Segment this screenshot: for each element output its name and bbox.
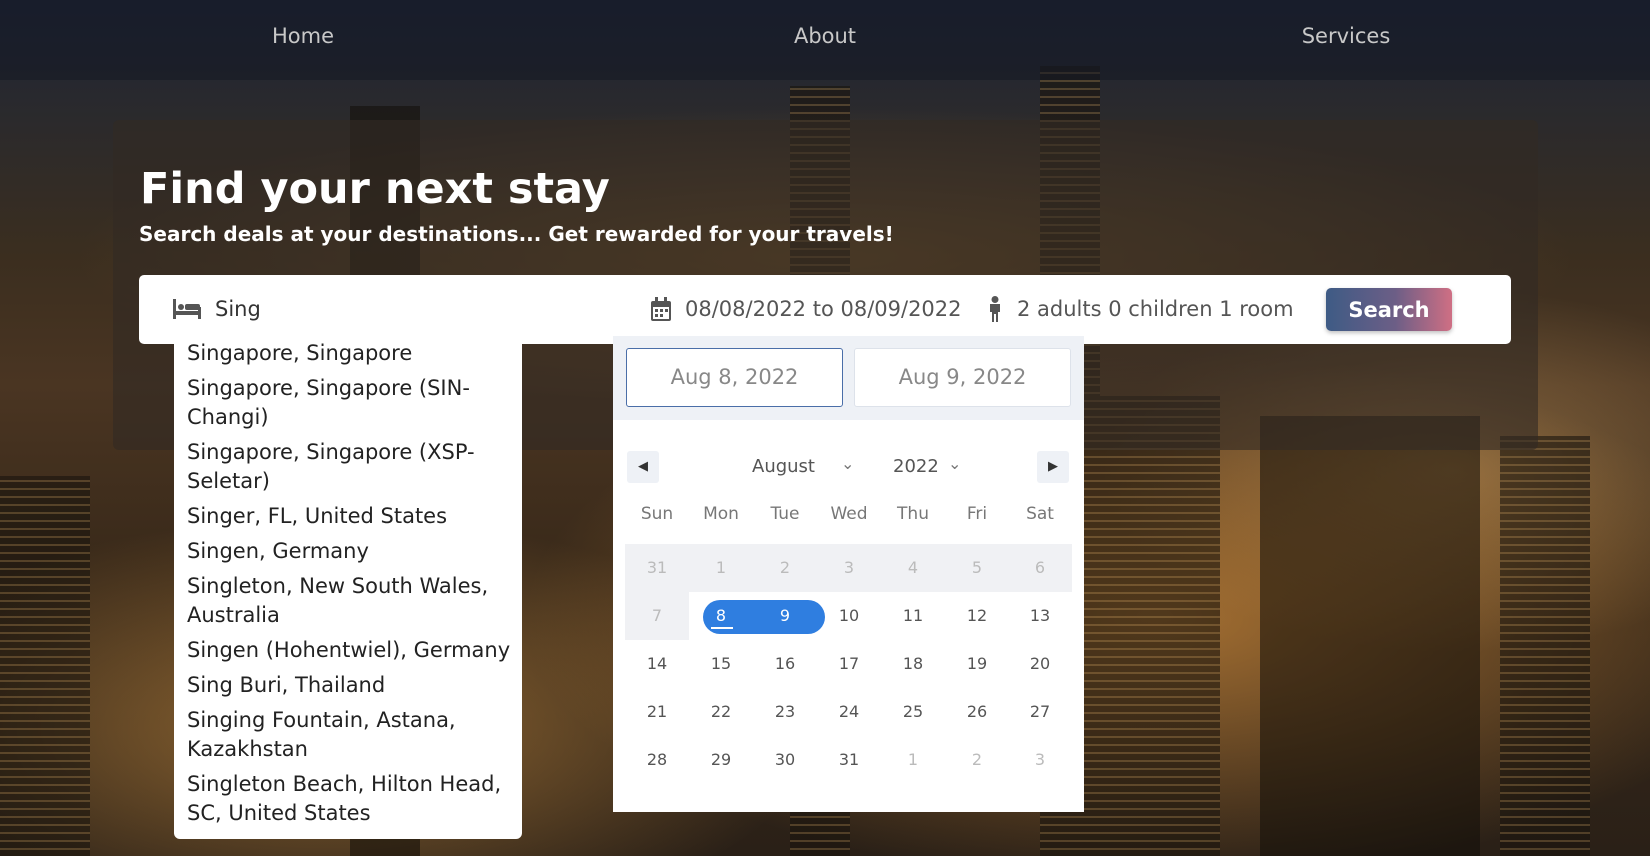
calendar-day[interactable]: 11 (881, 592, 945, 640)
suggestion-item[interactable]: Singapore, Singapore (187, 339, 514, 368)
calendar-day: 7 (625, 592, 689, 640)
calendar-icon (651, 297, 671, 321)
start-date-input[interactable]: Aug 8, 2022 (626, 348, 843, 407)
calendar-day: 3 (843, 558, 855, 577)
calendar-day: 6 (1034, 558, 1046, 577)
calendar-day[interactable]: 20 (1008, 640, 1072, 688)
top-navigation: Home About Services (0, 0, 1650, 80)
calendar-day: 1 (907, 750, 919, 769)
bed-icon (173, 299, 201, 319)
destination-input[interactable] (215, 290, 575, 328)
weekday-label: Wed (830, 504, 868, 524)
calendar-day: 31 (646, 558, 668, 577)
calendar-day[interactable]: 19 (945, 640, 1009, 688)
weekday-label: Thu (897, 504, 929, 524)
caret-left-icon: ◀ (638, 459, 648, 474)
calendar-day[interactable]: 18 (881, 640, 945, 688)
calendar-day[interactable]: 17 (817, 640, 881, 688)
calendar-day[interactable]: 27 (1008, 688, 1072, 736)
calendar-day: 2 (779, 558, 791, 577)
calendar-day: 5 (971, 558, 983, 577)
calendar-day[interactable]: 15 (689, 640, 753, 688)
weekday-label: Fri (966, 504, 988, 524)
calendar-day[interactable]: 21 (625, 688, 689, 736)
calendar-week: 31 1 2 3 4 5 6 (625, 544, 1072, 592)
date-range-field[interactable]: 08/08/2022 to 08/09/2022 (685, 297, 962, 321)
calendar-day[interactable]: 25 (881, 688, 945, 736)
calendar-day: 4 (907, 558, 919, 577)
calendar-grid: 31 1 2 3 4 5 6 7 8 9 10 11 12 13 14 15 1… (625, 544, 1072, 784)
suggestion-item[interactable]: Singapore, Singapore (XSP-Seletar) (187, 438, 514, 496)
calendar-week: 14 15 16 17 18 19 20 (625, 640, 1072, 688)
calendar-day[interactable]: 12 (945, 592, 1009, 640)
calendar-day-selected-start[interactable]: 8 (689, 592, 753, 640)
nav-services-link[interactable]: Services (1246, 24, 1446, 48)
calendar-day[interactable]: 24 (817, 688, 881, 736)
caret-right-icon: ▶ (1048, 459, 1058, 474)
calendar-day: 1 (715, 558, 727, 577)
suggestion-item[interactable]: Singing Fountain, Astana, Kazakhstan (187, 706, 514, 764)
suggestion-item[interactable]: Singleton Beach, Hilton Head, SC, United… (187, 770, 514, 828)
calendar-day: 3 (1034, 750, 1046, 769)
suggestion-item[interactable]: Singen (Hohentwiel), Germany (187, 636, 514, 665)
chevron-down-icon: ⌄ (841, 454, 855, 473)
month-select[interactable]: August (752, 456, 815, 477)
calendar-week: 21 22 23 24 25 26 27 (625, 688, 1072, 736)
date-picker-inputs: Aug 8, 2022 Aug 9, 2022 (613, 336, 1084, 420)
nav-about-link[interactable]: About (725, 24, 925, 48)
suggestion-item[interactable]: Singleton, New South Wales, Australia (187, 572, 514, 630)
calendar-day[interactable]: 22 (689, 688, 753, 736)
weekday-label: Mon (703, 504, 739, 524)
guests-field[interactable]: 2 adults 0 children 1 room (1017, 297, 1294, 321)
weekday-label: Sat (1026, 504, 1054, 524)
calendar-day[interactable]: 30 (753, 736, 817, 784)
calendar-day[interactable]: 28 (625, 736, 689, 784)
suggestion-item[interactable]: Sing Buri, Thailand (187, 671, 514, 700)
weekday-header: Sun Mon Tue Wed Thu Fri Sat (625, 504, 1072, 528)
next-month-button[interactable]: ▶ (1037, 451, 1069, 483)
calendar-day[interactable]: 31 (817, 736, 881, 784)
nav-home-link[interactable]: Home (203, 24, 403, 48)
calendar-week: 28 29 30 31 1 2 3 (625, 736, 1072, 784)
calendar-day[interactable]: 10 (817, 592, 881, 640)
page-subtitle: Search deals at your destinations... Get… (139, 222, 894, 246)
calendar-day[interactable]: 16 (753, 640, 817, 688)
calendar-week: 7 8 9 10 11 12 13 (625, 592, 1072, 640)
page-title: Find your next stay (140, 164, 610, 214)
end-date-input[interactable]: Aug 9, 2022 (854, 348, 1071, 407)
weekday-label: Tue (770, 504, 800, 524)
suggestion-item[interactable]: Singer, FL, United States (187, 502, 514, 531)
calendar-day-label: 8 (715, 606, 727, 625)
chevron-down-icon: ⌄ (948, 454, 962, 473)
calendar-day[interactable]: 23 (753, 688, 817, 736)
destination-suggestions: Singapore, Singapore Singapore, Singapor… (174, 333, 522, 839)
suggestion-item[interactable]: Singen, Germany (187, 537, 514, 566)
date-picker: Aug 8, 2022 Aug 9, 2022 ◀ August ⌄ 2022 … (613, 336, 1084, 812)
today-underline (711, 627, 733, 629)
weekday-label: Sun (640, 504, 674, 524)
search-button[interactable]: Search (1326, 288, 1452, 331)
prev-month-button[interactable]: ◀ (627, 451, 659, 483)
calendar-day-selected-end[interactable]: 9 (753, 592, 817, 640)
calendar-day[interactable]: 29 (689, 736, 753, 784)
calendar-day[interactable]: 13 (1008, 592, 1072, 640)
calendar-day[interactable]: 14 (625, 640, 689, 688)
calendar-day[interactable]: 26 (945, 688, 1009, 736)
calendar-day: 2 (971, 750, 983, 769)
year-select[interactable]: 2022 (893, 456, 939, 477)
person-icon (990, 296, 1000, 322)
suggestion-item[interactable]: Singapore, Singapore (SIN-Changi) (187, 374, 514, 432)
